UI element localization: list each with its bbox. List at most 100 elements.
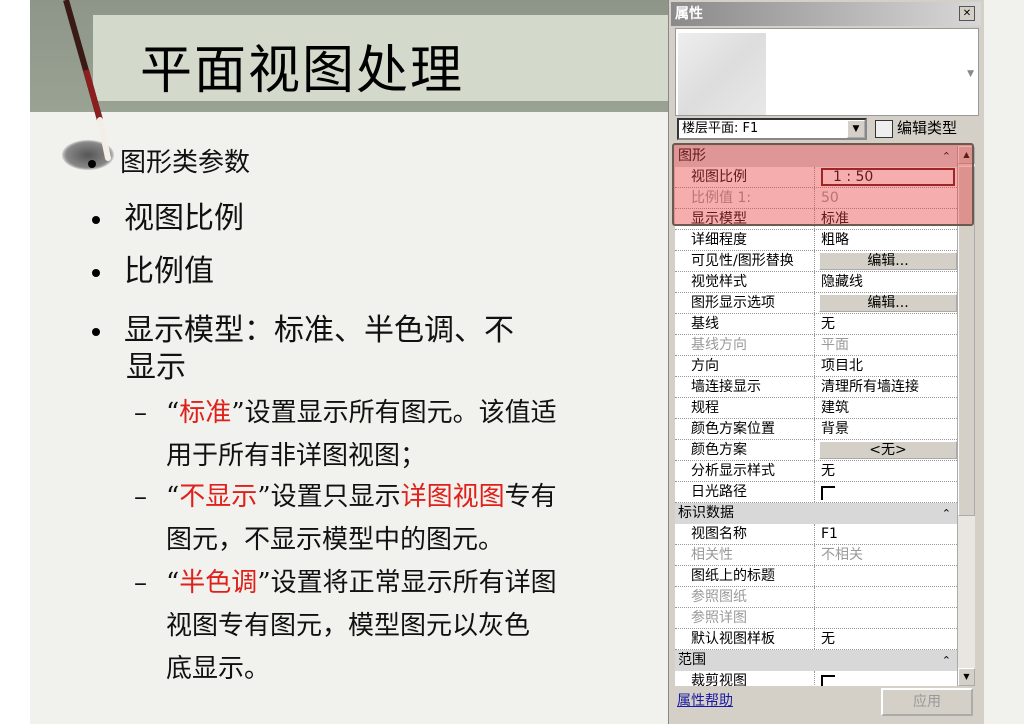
preview-dropdown-icon[interactable]: ▼	[967, 69, 974, 79]
dash-marker: –	[134, 568, 147, 598]
collapse-icon[interactable]: ⌃	[942, 503, 951, 524]
dash-marker: –	[134, 398, 147, 428]
property-row: 可见性/图形替换 编辑...	[675, 251, 957, 272]
property-row: 墙连接显示 清理所有墙连接	[675, 377, 957, 398]
scrollbar[interactable]: ▲ ▼	[957, 146, 975, 686]
property-row: 裁剪视图	[675, 671, 957, 686]
group-header[interactable]: 标识数据 ⌃	[675, 503, 957, 524]
edit-button[interactable]: 编辑...	[819, 252, 957, 270]
collapse-icon[interactable]: ⌃	[942, 650, 951, 671]
property-row: 比例值 1: 50	[675, 188, 957, 209]
property-name: 方向	[691, 356, 815, 376]
group-header[interactable]: 范围 ⌃	[675, 650, 957, 671]
property-row: 基线方向 平面	[675, 335, 957, 356]
property-row: 视图名称 F1	[675, 524, 957, 545]
property-value[interactable]: 背景	[819, 419, 957, 439]
edit-type-button[interactable]: 编辑类型	[875, 117, 957, 138]
sub-bullet-line: 图元，不显示模型中的图元。	[166, 519, 654, 562]
property-value[interactable]: 粗略	[819, 230, 957, 250]
group-label: 标识数据	[678, 505, 734, 521]
property-name: 视图名称	[691, 524, 815, 544]
collapse-icon[interactable]: ⌃	[942, 146, 951, 167]
bullet-item: 视图比例	[92, 193, 244, 237]
property-value[interactable]: F1	[819, 524, 957, 544]
property-value[interactable]: 标准	[819, 209, 957, 229]
sub-bullet-line: 视图专有图元，模型图元以灰色	[166, 605, 654, 648]
text-segment: ”设置显示所有图元。该值适	[231, 398, 557, 428]
property-value[interactable]: 无	[819, 314, 957, 334]
sub-bullet-line: 底显示。	[166, 648, 654, 691]
type-preview: ▼	[675, 28, 979, 116]
property-row: 颜色方案 <无>	[675, 440, 957, 461]
group-header[interactable]: 图形 ⌃	[675, 146, 957, 167]
property-name: 日光路径	[691, 482, 815, 502]
edit-button[interactable]: <无>	[819, 441, 957, 459]
type-selector[interactable]: 楼层平面: F1 ▼	[677, 118, 867, 140]
property-name: 图形显示选项	[691, 293, 815, 313]
sub-bullet-line: 用于所有非详图视图；	[166, 435, 654, 478]
sub-bullet-line: “半色调”设置将正常显示所有详图	[166, 562, 654, 605]
text-segment: 图元，不显示模型中的图元。	[166, 525, 505, 555]
scroll-down-icon: ▼	[958, 668, 975, 686]
text-segment: ”设置只显示	[257, 482, 401, 512]
property-name: 显示模型	[691, 209, 815, 229]
checkbox[interactable]	[821, 675, 835, 686]
property-name: 基线方向	[691, 335, 815, 355]
property-value[interactable]: 建筑	[819, 398, 957, 418]
property-value[interactable]: 无	[819, 461, 957, 481]
property-row: 基线无	[675, 314, 957, 335]
text-segment: 底显示。	[166, 654, 271, 684]
text-segment: “	[166, 568, 180, 598]
property-name: 基线	[691, 314, 815, 334]
property-value[interactable]: 清理所有墙连接	[819, 377, 957, 397]
highlighted-term: 详图视图	[400, 482, 505, 512]
property-name: 颜色方案位置	[691, 419, 815, 439]
property-name: 详细程度	[691, 230, 815, 250]
property-value[interactable]: 项目北	[819, 356, 957, 376]
properties-help-link[interactable]: 属性帮助	[677, 690, 733, 710]
close-icon[interactable]: ✕	[959, 6, 975, 21]
apply-button[interactable]: 应用	[881, 688, 973, 716]
property-name: 比例值 1:	[691, 188, 815, 208]
value-field[interactable]: 1 : 50	[821, 168, 955, 186]
text-segment: “	[166, 482, 180, 512]
edit-button[interactable]: 编辑...	[819, 294, 957, 312]
group-label: 范围	[678, 652, 706, 668]
sub-bullet-line: “不显示”设置只显示详图视图专有	[166, 476, 654, 519]
property-value[interactable]: 无	[819, 629, 957, 649]
sub-bullet-line: “标准”设置显示所有图元。该值适	[166, 392, 654, 435]
property-value: 50	[821, 190, 839, 206]
property-name: 默认视图样板	[691, 629, 815, 649]
property-name: 视图比例	[691, 167, 815, 187]
property-name: 颜色方案	[691, 440, 815, 460]
property-row: 参照详图	[675, 608, 957, 629]
property-row: 视图比例 1 : 50	[675, 167, 957, 188]
property-row: 视觉样式 隐藏线	[675, 272, 957, 293]
panel-title: 属性 ✕	[671, 2, 981, 26]
property-row: 方向 项目北	[675, 356, 957, 377]
property-row: 参照图纸	[675, 587, 957, 608]
property-row: 相关性 不相关	[675, 545, 957, 566]
property-value	[819, 608, 957, 628]
text-segment: 专有	[504, 482, 557, 512]
property-value[interactable]	[819, 566, 957, 586]
chevron-down-icon[interactable]: ▼	[847, 120, 865, 138]
scroll-up-icon: ▲	[958, 146, 975, 164]
text-segment: 视图专有图元，模型图元以灰色	[166, 611, 531, 641]
checkbox[interactable]	[821, 486, 835, 500]
property-value[interactable]: 隐藏线	[819, 272, 957, 292]
bullet-item: 比例值	[92, 246, 214, 290]
property-name: 可见性/图形替换	[691, 251, 815, 271]
property-row: 默认视图样板无	[675, 629, 957, 650]
sub-bullet-item: – “半色调”设置将正常显示所有详图视图专有图元，模型图元以灰色 底显示。	[134, 562, 654, 691]
property-row: 规程 建筑	[675, 398, 957, 419]
property-row: 图纸上的标题	[675, 566, 957, 587]
dash-marker: –	[134, 482, 147, 512]
property-name: 参照图纸	[691, 587, 815, 607]
property-name: 参照详图	[691, 608, 815, 628]
bullet-item: 图形类参数	[88, 142, 250, 179]
group-label: 图形	[678, 148, 706, 164]
properties-grid: 图形 ⌃ 视图比例 1 : 50 比例值 1: 50 显示模型 标准 详细程度 粗略 可见性/图形替…	[675, 146, 957, 686]
property-row: 颜色方案位置 背景	[675, 419, 957, 440]
property-row: 显示模型 标准	[675, 209, 957, 230]
